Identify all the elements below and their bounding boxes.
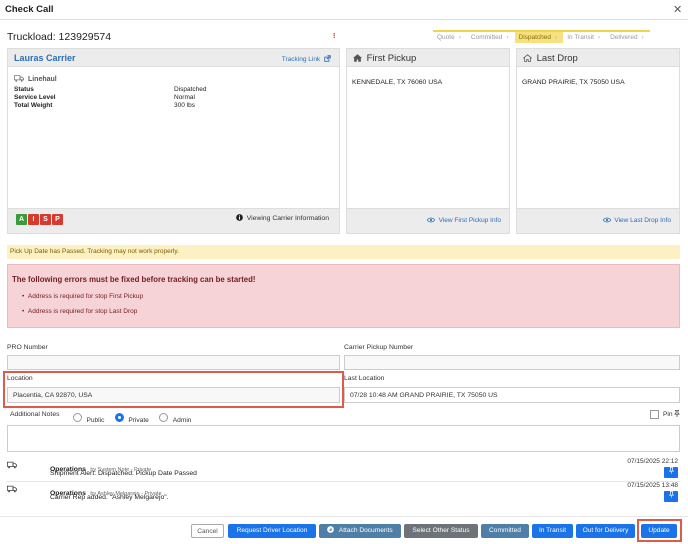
attach-documents-button[interactable]: Attach Documents [319, 524, 401, 538]
step-delivered: Delivered › [610, 34, 644, 41]
step-in-transit: In Transit › [567, 34, 601, 41]
eye-icon [426, 217, 436, 223]
view-first-pickup-link[interactable]: View First Pickup Info [426, 217, 501, 224]
committed-button[interactable]: Committed [481, 524, 529, 538]
status-stepper: Quote › Committed › Dispatched › In Transit… [433, 30, 650, 43]
field-status: Status Dispatched [14, 86, 207, 93]
dialog-header [0, 0, 688, 20]
view-last-drop-link[interactable]: View Last Drop Info [602, 217, 671, 224]
first-pickup-title: First Pickup [353, 53, 416, 64]
info-icon [236, 214, 243, 221]
note-row: Operations by Ashley Melgarejo - Private… [7, 482, 680, 506]
note-text: Shipment Alert: Dispatched: Pickup Date … [50, 470, 197, 477]
carrier-pickup-input[interactable] [344, 355, 680, 370]
badge-i[interactable]: I [28, 214, 39, 225]
truckload-number: Truckload: 123929574 [7, 31, 112, 43]
in-transit-button[interactable]: In Transit [532, 524, 573, 538]
dialog-title: Check Call [5, 4, 54, 15]
radio-admin[interactable] [159, 413, 169, 423]
first-pickup-address: KENNEDALE, TX 76060 USA [352, 79, 443, 86]
error-item: • Address is required for stop First Pic… [22, 293, 144, 300]
field-total-weight: Total Weight 300 lbs [14, 102, 195, 109]
radio-admin-label: Admin [172, 417, 192, 424]
viewing-carrier-info[interactable]: Viewing Carrier Information [236, 214, 329, 222]
thumbtack-icon [668, 491, 674, 498]
last-location-input[interactable]: 07/28 10:48 AM GRAND PRAIRIE, TX 75050 U… [344, 387, 680, 403]
badge-s[interactable]: S [40, 214, 51, 225]
paperclip-icon [327, 526, 335, 533]
pro-number-input[interactable] [7, 355, 340, 370]
note-pin-button[interactable] [664, 491, 678, 502]
footer-divider [0, 516, 688, 517]
note-pin-button[interactable] [664, 467, 678, 478]
step-dispatched: Dispatched › [514, 32, 564, 43]
badge-a[interactable]: A [16, 214, 27, 225]
location-label: Location [7, 375, 33, 382]
last-drop-footer: View Last Drop Info [517, 208, 679, 233]
note-time: 07/15/2025 13:48 [627, 482, 678, 489]
notes-textarea[interactable] [7, 425, 680, 452]
last-drop-title: Last Drop [522, 53, 578, 64]
select-other-status-button[interactable]: Select Other Status [404, 524, 478, 538]
step-quote: Quote › [437, 34, 461, 41]
update-button[interactable]: Update [641, 524, 677, 538]
close-icon[interactable]: ✕ [673, 3, 682, 16]
last-drop-address: GRAND PRAIRIE, TX 75050 USA [522, 79, 625, 86]
home-icon [353, 54, 362, 62]
linehaul-heading: Linehaul [14, 75, 57, 83]
radio-private-label: Private [128, 417, 149, 424]
carrier-fields: Status Dispatched Service Level Normal T… [14, 86, 334, 110]
error-panel: The following errors must be fixed befor… [7, 264, 680, 328]
truck-icon [14, 75, 24, 82]
eye-icon [602, 217, 612, 223]
alert-icon: ! [333, 33, 336, 40]
out-for-delivery-button[interactable]: Out for Delivery [576, 524, 635, 538]
external-link-icon [324, 55, 331, 62]
thumbtack-icon [674, 409, 681, 417]
additional-notes-label: Additional Notes [10, 411, 60, 418]
radio-private[interactable] [114, 413, 124, 423]
location-input[interactable]: Placentia, CA 92870, USA [7, 387, 340, 403]
error-item: • Address is required for stop Last Drop [22, 308, 138, 315]
home-outline-icon [522, 54, 533, 62]
pro-number-label: PRO Number [7, 344, 48, 351]
carrier-pickup-label: Carrier Pickup Number [344, 344, 414, 351]
carrier-name[interactable]: Lauras Carrier [14, 53, 76, 63]
pin-checkbox[interactable] [650, 410, 659, 419]
field-service-level: Service Level Normal [14, 94, 195, 101]
aisp-badges: A I S P [16, 214, 63, 225]
note-text: Carrier Rep added. "Ashley Melgarejo". [50, 494, 169, 501]
cancel-button[interactable]: Cancel [191, 524, 224, 538]
first-pickup-footer: View First Pickup Info [347, 208, 509, 233]
radio-public[interactable] [73, 413, 82, 423]
pin-label: Pin [663, 409, 681, 418]
request-driver-location-button[interactable]: Request Driver Location [228, 524, 316, 538]
truck-icon [7, 461, 17, 469]
tracking-link[interactable]: Tracking Link [282, 55, 331, 63]
truck-icon [7, 485, 17, 493]
thumbtack-icon [668, 467, 674, 474]
carrier-card: Lauras Carrier Tracking Link Linehaul St… [7, 48, 340, 234]
pickup-warning: Pick Up Date has Passed. Tracking may no… [7, 245, 680, 259]
error-title: The following errors must be fixed befor… [12, 275, 256, 284]
step-committed: Committed › [470, 34, 509, 41]
last-drop-card: Last Drop GRAND PRAIRIE, TX 75050 USA Vi… [516, 48, 680, 234]
note-row: Operations by System Note - Private Ship… [7, 458, 680, 482]
last-location-label: Last Location [344, 375, 385, 382]
badge-p[interactable]: P [52, 214, 63, 225]
note-time: 07/15/2025 22:12 [627, 458, 678, 465]
first-pickup-card: First Pickup KENNEDALE, TX 76060 USA Vie… [346, 48, 510, 234]
radio-public-label: Public [86, 417, 105, 424]
